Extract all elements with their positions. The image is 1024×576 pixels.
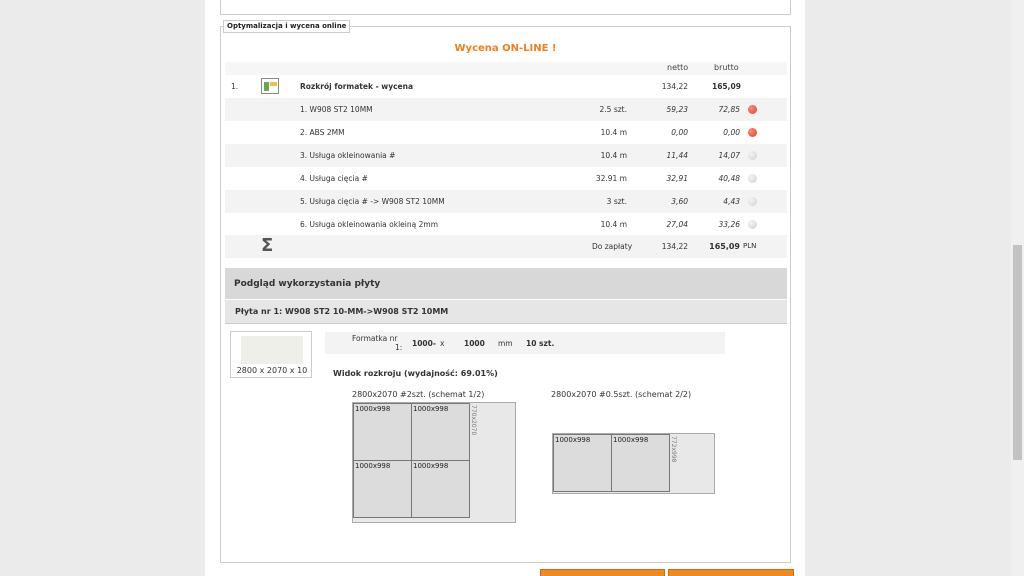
formatka-times: x	[440, 339, 445, 348]
item-name: 2. ABS 2MM	[300, 128, 345, 137]
item-netto: 32,91	[666, 174, 688, 183]
formatka-width: 1000-	[412, 339, 436, 348]
item-brutto: 33,26	[718, 220, 740, 229]
item-netto: 3,60	[671, 197, 688, 206]
header-brutto: brutto	[714, 63, 739, 72]
cut-view-title: Widok rozkroju (wydajność: 69.01%)	[333, 369, 498, 378]
scheme-2-piece: 1000x998	[611, 434, 670, 492]
item-qty: 3 szt.	[606, 197, 627, 206]
sigma-icon: Σ	[261, 235, 274, 256]
scheme-1-piece: 1000x998	[411, 460, 470, 518]
orange-button-left[interactable]	[540, 569, 665, 576]
spreadsheet-icon[interactable]	[261, 78, 279, 94]
item-name: 3. Usługa okleinowania #	[300, 151, 396, 160]
item-name: 1. W908 ST2 10MM	[300, 105, 373, 114]
scheme-1-piece: 1000x998	[353, 403, 412, 461]
scheme-1-sheet: 1000x998 1000x998 1000x998 1000x998 770x…	[352, 402, 516, 523]
formatka-label-number: 1:	[395, 343, 403, 352]
table-header: netto brutto	[225, 62, 787, 75]
main-item-name: Rozkrój formatek - wycena	[300, 82, 414, 91]
scheme-2-piece: 1000x998	[553, 434, 612, 492]
item-brutto: 40,48	[718, 174, 740, 183]
main-item-brutto: 165,09	[712, 82, 741, 91]
header-netto: netto	[667, 63, 689, 72]
formatka-count: 10 szt.	[526, 339, 555, 348]
status-dot-icon[interactable]	[748, 174, 757, 183]
top-card	[220, 0, 791, 15]
item-netto: 0,00	[671, 128, 688, 137]
item-brutto: 14,07	[718, 151, 740, 160]
scheme-2-sheet: 1000x998 1000x998 772x998	[552, 433, 715, 494]
scheme-2-offcut: 772x998	[670, 436, 677, 463]
summary-label: Do zapłaty	[592, 242, 633, 251]
scrollbar-thumb[interactable]	[1013, 245, 1022, 460]
item-qty: 2.5 szt.	[599, 105, 627, 114]
scheme-2-label: 2800x2070 #0.5szt. (schemat 2/2)	[551, 390, 692, 399]
summary-brutto: 165,09	[709, 242, 740, 251]
item-netto: 27,04	[666, 220, 688, 229]
plate-header: Płyta nr 1: W908 ST2 10-MM->W908 ST2 10M…	[225, 300, 787, 324]
item-row[interactable]: 1. W908 ST2 10MM 2.5 szt. 59,23 72,85	[225, 98, 787, 121]
status-dot-icon[interactable]	[748, 220, 757, 229]
fieldset-legend: Optymalizacja i wycena online	[223, 20, 351, 33]
item-brutto: 72,85	[718, 105, 740, 114]
scheme-1-label: 2800x2070 #2szt. (schemat 1/2)	[352, 390, 485, 399]
scheme-1-piece: 1000x998	[411, 403, 470, 461]
summary-netto: 134,22	[661, 242, 688, 251]
item-name: 5. Usługa cięcia # -> W908 ST2 10MM	[300, 197, 445, 206]
item-row[interactable]: 5. Usługa cięcia # -> W908 ST2 10MM 3 szt…	[225, 190, 787, 213]
summary-row: Σ Do zapłaty 134,22 165,09 PLN	[225, 235, 787, 258]
item-netto: 11,44	[666, 151, 688, 160]
item-row[interactable]: 4. Usługa cięcia # 32.91 m 32,91 40,48	[225, 167, 787, 190]
status-dot-icon[interactable]	[748, 197, 757, 206]
page-scrollbar[interactable]	[1011, 0, 1024, 576]
formatka-bar: Formatka nr 1: 1000- x 1000 mm 10 szt.	[325, 332, 725, 354]
status-dot-icon[interactable]	[748, 151, 757, 160]
formatka-unit: mm	[498, 339, 513, 348]
status-dot-icon[interactable]	[748, 105, 757, 114]
scheme-1-offcut: 770x2070	[470, 405, 477, 436]
formatka-label: Formatka nr	[352, 334, 398, 343]
item-qty: 10.4 m	[600, 128, 627, 137]
plate-dimensions: 2800 x 2070 x 10	[236, 366, 308, 375]
item-row[interactable]: 2. ABS 2MM 10.4 m 0,00 0,00	[225, 121, 787, 144]
formatka-height: 1000	[464, 339, 485, 348]
item-row[interactable]: 3. Usługa okleinowania # 10.4 m 11,44 14,07	[225, 144, 787, 167]
item-name: 4. Usługa cięcia #	[300, 174, 368, 183]
plate-swatch	[241, 336, 303, 364]
scheme-1-piece: 1000x998	[353, 460, 412, 518]
item-row[interactable]: 6. Usługa okleinowania okleiną 2mm 10.4 m…	[225, 213, 787, 236]
main-item-netto: 134,22	[661, 82, 688, 91]
item-brutto: 4,43	[723, 197, 740, 206]
main-item-number: 1.	[231, 82, 239, 91]
preview-header: Podgląd wykorzystania płyty	[225, 268, 787, 299]
item-qty: 10.4 m	[600, 151, 627, 160]
item-qty: 32.91 m	[595, 174, 627, 183]
item-name: 6. Usługa okleinowania okleiną 2mm	[300, 220, 438, 229]
plate-thumbnail[interactable]: 2800 x 2070 x 10	[230, 331, 312, 378]
page-title: Wycena ON-LINE !	[454, 43, 557, 54]
orange-button-right[interactable]	[668, 569, 794, 576]
item-brutto: 0,00	[723, 128, 740, 137]
summary-currency: PLN	[743, 242, 757, 250]
status-dot-icon[interactable]	[748, 128, 757, 137]
main-item-row[interactable]: 1. Rozkrój formatek - wycena 134,22 165,…	[225, 75, 787, 98]
item-qty: 10.4 m	[600, 220, 627, 229]
item-netto: 59,23	[666, 105, 688, 114]
